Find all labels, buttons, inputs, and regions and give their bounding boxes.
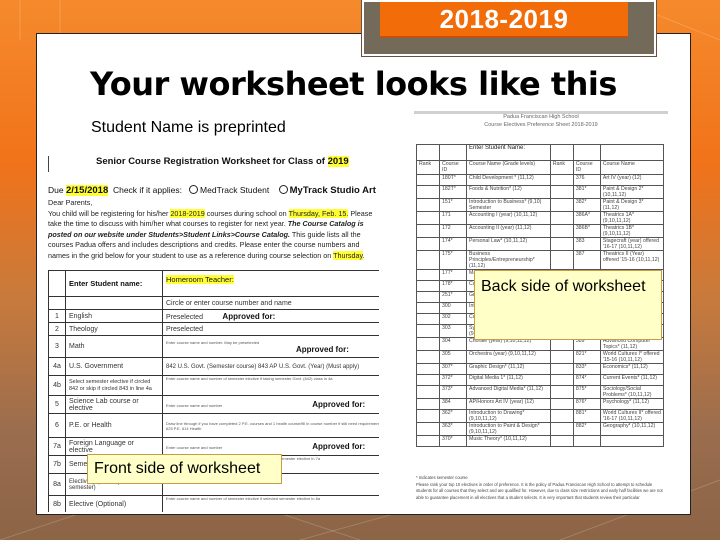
radio-icon: [189, 185, 199, 194]
table-row: 362* Introduction to Drawing* (9,10,11,12…: [416, 409, 665, 423]
table-row: 307* Graphic Design* (11,12) 833* Economics…: [416, 363, 665, 375]
check-label: Check if it applies:: [112, 185, 182, 195]
table-header-row: Rank Course ID Course Name (Grade levels) …: [416, 160, 665, 175]
slide-subtitle: Student Name is preprinted: [91, 119, 286, 136]
option-mytrack: MyTrack Studio Art Student: [289, 185, 379, 196]
table-row: 182T* Foods & Nutrition* (12) 381* Paint & …: [416, 185, 665, 199]
text-cursor: [48, 156, 49, 172]
table-row: 175* Business Principles/Entrepreneurship…: [416, 250, 665, 270]
homeroom-label: Homeroom Teacher:: [166, 275, 234, 284]
school-header: Padua Franciscan High School Course Elec…: [484, 114, 598, 128]
due-date: 2/15/2018: [65, 185, 109, 196]
table-row: 363* Introduction to Paint & Design* (9,1…: [416, 422, 665, 436]
radio-icon: [278, 185, 288, 194]
table-row: 8b Elective (Optional) Enter course name a…: [48, 495, 379, 512]
worksheet-heading: Senior Course Registration Worksheet for…: [96, 156, 349, 167]
table-row: 172 Accounting II (year) (11,12) 386B* Thea…: [416, 224, 665, 238]
parent-letter: Dear Parents, You child will be register…: [48, 198, 373, 260]
footnotes: * Indicates semester course Please rank …: [416, 475, 663, 500]
year-badge-text: 2018-2019: [380, 2, 628, 38]
table-row: 3 Math Enter course name and number. May b…: [48, 335, 379, 358]
table-row: 305 Orchestra (year) (9,10,11,12) 821* Worl…: [416, 350, 665, 364]
table-row: 174* Personal Law* (10,11,12) 383 Stagecraf…: [416, 237, 665, 251]
table-row: 384 AP/Honors Art IV (year) (12) 876* Psych…: [416, 398, 665, 410]
table-row: 7a Foreign Language or elective Enter cour…: [48, 437, 379, 456]
class-year: 2019: [327, 156, 349, 167]
option-medtrack: MedTrack Student: [200, 185, 270, 195]
table-row: 180T* Child Development * (11,12) 376 Art I…: [416, 174, 665, 186]
slide-title: Your worksheet looks like this: [90, 65, 617, 103]
table-row: 1 English Preselected Approved for:: [48, 309, 379, 323]
grid-instruction: Circle or enter course number and name: [162, 296, 379, 310]
table-row: 4b Select semester elective if circled 84…: [48, 375, 379, 396]
table-row: 2 Theology Preselected: [48, 322, 379, 336]
year-badge: 2018-2019: [361, 0, 657, 57]
table-row: 151* Introduction to Business* (9,10) Sem…: [416, 198, 665, 212]
table-row: 372* Digital Media 1* (11,12) 874* Current …: [416, 374, 665, 386]
table-row: 5 Science Lab course or elective Enter cou…: [48, 395, 379, 414]
front-side-callout: Front side of worksheet: [87, 454, 282, 484]
table-row: 171 Accounting I (year) (10,11,12) 386A* Th…: [416, 211, 665, 225]
table-row: 4a U.S. Government 842 U.S. Govt. (Semeste…: [48, 357, 379, 376]
table-row: 370* Music Theory* (10,11,12): [416, 435, 665, 447]
table-row: 373* Advanced Digital Media* (11,12) 875* S…: [416, 385, 665, 399]
table-row: 6 P.E. or Health Draw line through if you …: [48, 413, 379, 438]
due-line: Due 2/15/2018 Check if it applies: MedTr…: [48, 185, 379, 196]
back-side-callout: Back side of worksheet: [474, 270, 662, 340]
